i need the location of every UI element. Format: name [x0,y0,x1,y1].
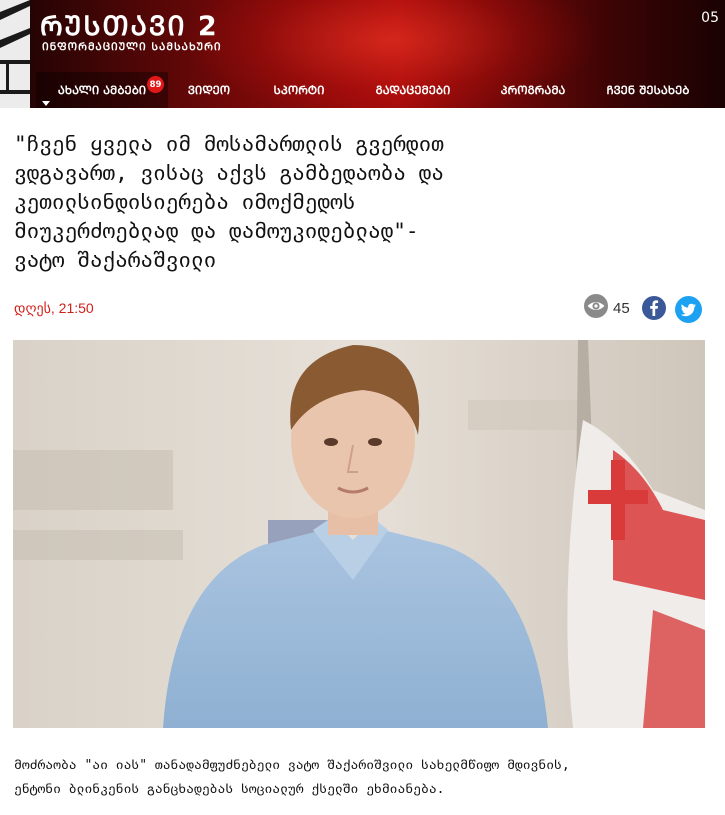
lead-line: მოძრაობა "აი იას" თანადამფუძნებელი ვატო … [14,758,570,773]
article-headline: "ჩვენ ყველა იმ მოსამართლის გვერდით ვდგავ… [14,130,694,275]
eye-icon [584,294,608,322]
headline-line: კეთილსინდისიერება იმოქმედოს [14,190,356,214]
chevron-down-icon [42,101,50,106]
twitter-icon[interactable] [675,296,702,323]
nav-item-label: ᲞᲠᲝᲒᲠᲐᲛᲐ [500,82,566,97]
headline-line: მიუკერძოებლად და დამოუკიდებლად"- [14,219,419,243]
nav-item-label: ᲡᲞᲝᲠᲢᲘ [273,82,325,97]
header-date: 05 [701,10,719,26]
view-counter: 45 [584,294,630,322]
article-meta: დღეს, 21:50 45 [14,294,704,323]
nav-item-news[interactable]: ᲐᲮᲐᲚᲘ ᲐᲛᲑᲔᲑᲘ 89 [36,72,168,108]
headline-line: ვატო შაქარაშვილი [14,248,217,272]
nav-item-about[interactable]: ᲩᲕᲔᲜ ᲨᲔᲡᲐᲮᲔᲑ [588,72,708,108]
headline-line: ვდგავართ, ვისაც აქვს გამბედაობა და [14,161,444,185]
site-header: ᲠᲣᲡᲗᲐᲕᲘ 2 ᲘᲜᲤᲝᲠᲛᲐᲪᲘᲣᲚᲘ ᲡᲐᲛᲡᲐᲮᲣᲠᲘ 05 ᲐᲮᲐᲚ… [0,0,725,108]
view-count: 45 [613,299,630,317]
lead-line: ენტონი ბლინკენის განცხადებას სოციალურ ქს… [14,782,445,797]
news-count-badge: 89 [147,76,164,93]
brand-subtitle: ᲘᲜᲤᲝᲠᲛᲐᲪᲘᲣᲚᲘ ᲡᲐᲛᲡᲐᲮᲣᲠᲘ [42,41,222,53]
article-photo [13,340,705,728]
nav-item-label: ᲕᲘᲓᲔᲝ [187,82,231,97]
nav-item-label: ᲐᲮᲐᲚᲘ ᲐᲛᲑᲔᲑᲘ [57,82,147,97]
main-nav: ᲐᲮᲐᲚᲘ ᲐᲛᲑᲔᲑᲘ 89 ᲕᲘᲓᲔᲝ ᲡᲞᲝᲠᲢᲘ ᲒᲐᲓᲐᲪᲔᲛᲔᲑᲘ … [36,72,725,108]
nav-item-program[interactable]: ᲞᲠᲝᲒᲠᲐᲛᲐ [478,72,588,108]
rustavi2-logo-icon[interactable] [0,0,30,108]
article-lead: მოძრაობა "აი იას" თანადამფუძნებელი ვატო … [14,754,704,802]
brand-title[interactable]: ᲠᲣᲡᲗᲐᲕᲘ 2 [40,6,219,43]
nav-item-sport[interactable]: ᲡᲞᲝᲠᲢᲘ [250,72,348,108]
nav-item-video[interactable]: ᲕᲘᲓᲔᲝ [168,72,250,108]
publish-time: დღეს, 21:50 [14,300,94,316]
nav-item-label: ᲒᲐᲓᲐᲪᲔᲛᲔᲑᲘ [375,82,451,97]
facebook-icon[interactable] [642,296,666,320]
nav-item-label: ᲩᲕᲔᲜ ᲨᲔᲡᲐᲮᲔᲑ [606,82,690,97]
headline-line: "ჩვენ ყველა იმ მოსამართლის გვერდით [14,132,444,156]
nav-item-shows[interactable]: ᲒᲐᲓᲐᲪᲔᲛᲔᲑᲘ [348,72,478,108]
